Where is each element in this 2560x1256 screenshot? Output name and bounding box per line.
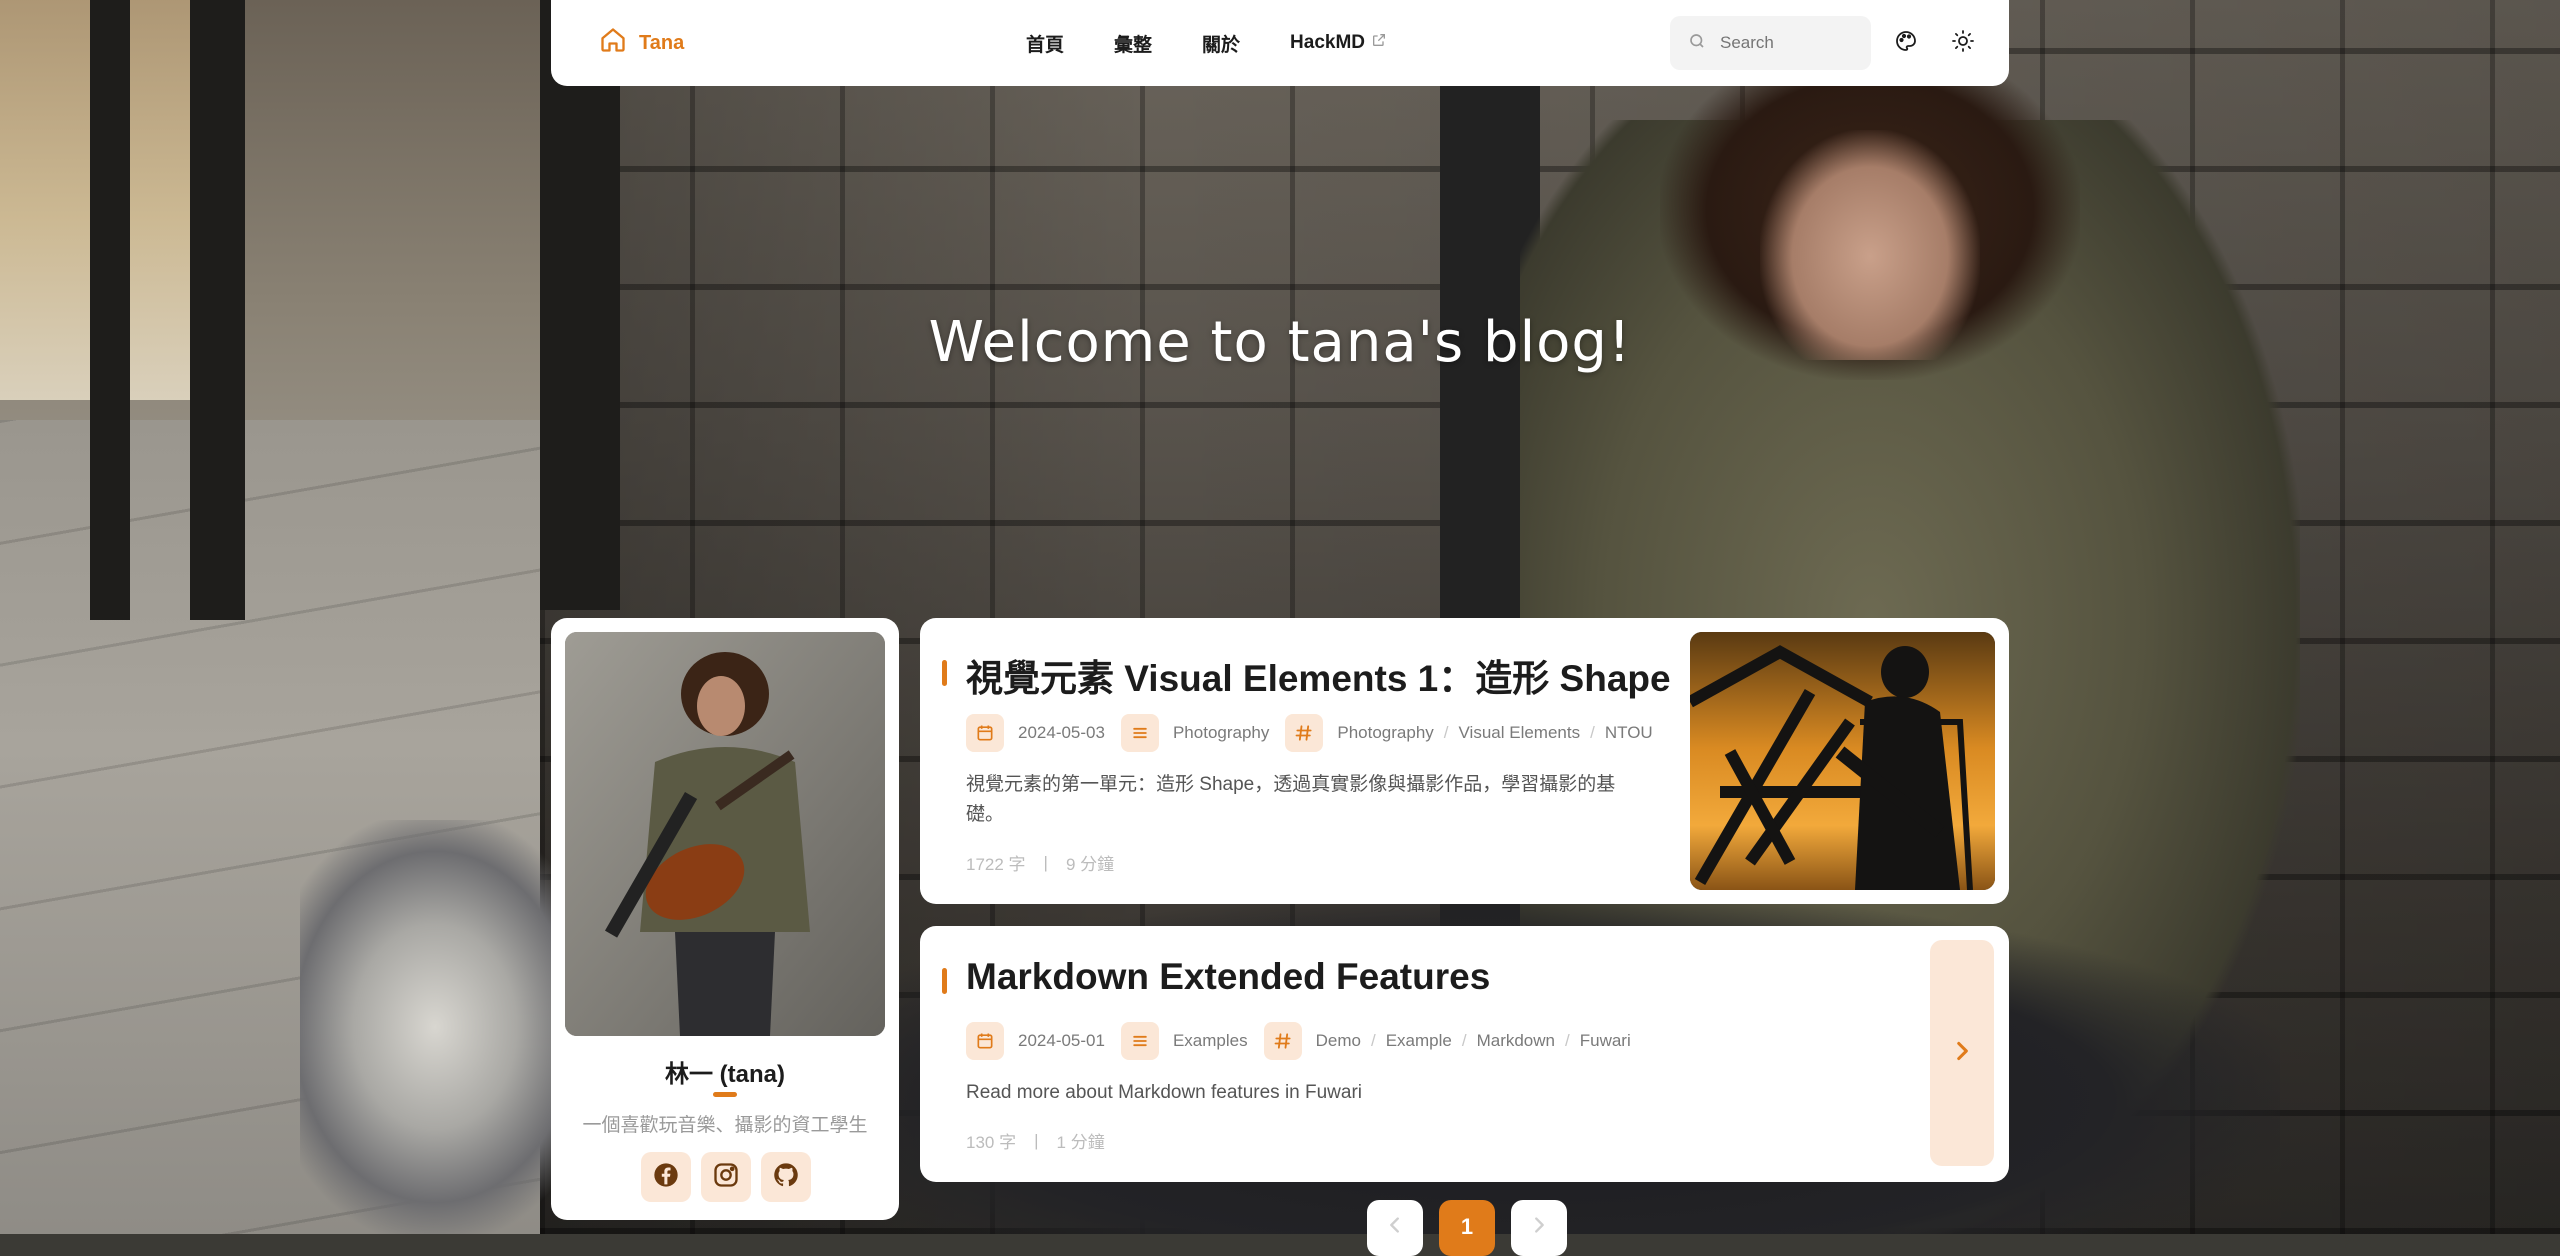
post-description: Read more about Markdown features in Fuw… [966, 1082, 1363, 1103]
search-icon [1688, 32, 1706, 55]
tag-link[interactable]: Demo [1316, 1031, 1361, 1051]
instagram-icon [712, 1161, 740, 1194]
chevron-right-icon [1528, 1214, 1550, 1242]
post-description: 視覺元素的第一單元：造形 Shape，透過真實影像與攝影作品，學習攝影的基礎。 [966, 774, 1616, 825]
external-link-icon [1371, 32, 1387, 54]
home-icon [599, 26, 627, 60]
brand-name: Tana [639, 31, 685, 54]
prev-page-button[interactable] [1367, 1200, 1423, 1256]
calendar-icon [966, 1022, 1004, 1060]
post-stats: 130 字 | 1 分鐘 [966, 1128, 1105, 1153]
post-meta: 2024-05-03 Photography Photography / Vis… [966, 714, 1669, 752]
hashtag-icon [1285, 714, 1324, 752]
nav-hackmd[interactable]: HackMD [1265, 22, 1412, 64]
post-cover-image[interactable] [1690, 632, 1995, 890]
chevron-left-icon [1384, 1214, 1406, 1242]
post-category-link[interactable]: Photography [1173, 723, 1269, 743]
post-date-text: 2024-05-01 [1018, 1031, 1105, 1050]
light-mode-button[interactable] [1943, 23, 1983, 63]
pipe [540, 0, 620, 610]
tag-separator: / [1590, 723, 1595, 742]
calendar-icon [966, 714, 1004, 752]
post-category-link[interactable]: Examples [1173, 1031, 1248, 1051]
sun-icon [1951, 29, 1975, 58]
list-icon [1120, 1022, 1159, 1060]
hashtag-icon [1263, 1022, 1302, 1060]
facebook-icon [652, 1161, 680, 1194]
post-category: Photography [1120, 714, 1269, 752]
nav-links: 首頁 彙整 關於 HackMD [1001, 0, 1412, 86]
tag-link[interactable]: Example [1386, 1031, 1452, 1051]
profile-name: 林一 (tana) [665, 1061, 785, 1088]
post-category: Examples [1120, 1022, 1248, 1060]
search-input[interactable] [1718, 32, 1862, 54]
nav-home[interactable]: 首頁 [1001, 20, 1089, 67]
brand-link[interactable]: Tana [599, 0, 684, 86]
reading-time: 1 分鐘 [1056, 1133, 1105, 1152]
github-button[interactable] [761, 1152, 811, 1202]
reading-time: 9 分鐘 [1065, 855, 1115, 874]
avatar[interactable] [565, 632, 885, 1036]
search-box[interactable] [1670, 16, 1871, 70]
chevron-right-icon [1949, 1038, 1975, 1069]
list-icon [1120, 714, 1159, 752]
hero-title: Welcome to tana's blog! [928, 310, 1632, 375]
post-tags: Photography / Visual Elements / NTOU [1285, 714, 1653, 752]
post-tags: Demo / Example / Markdown / Fuwari [1263, 1022, 1631, 1060]
post-title[interactable]: 視覺元素 Visual Elements 1：造形 Shape [966, 648, 1671, 702]
profile-card: 林一 (tana) 一個喜歡玩音樂、攝影的資工學生 [551, 618, 899, 1220]
tag-link[interactable]: Markdown [1477, 1031, 1555, 1051]
tag-link[interactable]: Fuwari [1580, 1031, 1631, 1051]
title-accent-bar [942, 660, 947, 686]
stats-divider: | [1034, 1130, 1039, 1150]
pagination: 1 [1367, 1200, 1567, 1256]
stats-divider: | [1043, 852, 1048, 872]
post-date: 2024-05-01 [966, 1022, 1105, 1060]
post-title[interactable]: Markdown Extended Features [966, 956, 1490, 998]
tag-separator: / [1565, 1031, 1570, 1050]
top-navbar: Tana 首頁 彙整 關於 HackMD [551, 0, 2009, 86]
instagram-button[interactable] [701, 1152, 751, 1202]
post-card[interactable]: Markdown Extended Features 2024-05-01 Ex… [920, 926, 2009, 1182]
next-page-button[interactable] [1511, 1200, 1567, 1256]
nav-archive[interactable]: 彙整 [1089, 20, 1177, 67]
nav-hackmd-label: HackMD [1290, 32, 1366, 53]
post-date-text: 2024-05-03 [1018, 723, 1105, 742]
github-icon [772, 1161, 800, 1194]
word-count: 130 字 [966, 1133, 1017, 1152]
tag-separator: / [1443, 723, 1449, 742]
post-date: 2024-05-03 [966, 714, 1105, 752]
page-number-current[interactable]: 1 [1439, 1200, 1495, 1256]
tag-separator: / [1461, 1031, 1467, 1050]
facebook-button[interactable] [641, 1152, 691, 1202]
palette-icon [1894, 29, 1918, 58]
title-accent-bar [942, 968, 947, 994]
social-links [641, 1152, 811, 1202]
post-meta: 2024-05-01 Examples Demo / Example / Mar… [966, 1022, 1647, 1060]
name-underline [713, 1092, 737, 1097]
theme-color-button[interactable] [1886, 23, 1926, 63]
post-stats: 1722 字 | 9 分鐘 [966, 850, 1114, 875]
nav-about[interactable]: 關於 [1177, 20, 1265, 67]
word-count: 1722 字 [966, 855, 1026, 874]
post-card[interactable]: 視覺元素 Visual Elements 1：造形 Shape 2024-05-… [920, 618, 2009, 904]
profile-bio: 一個喜歡玩音樂、攝影的資工學生 [582, 1115, 868, 1136]
read-more-button[interactable] [1930, 940, 1994, 1166]
tag-link[interactable]: Visual Elements [1459, 723, 1581, 743]
tag-link[interactable]: NTOU [1605, 723, 1653, 743]
tag-link[interactable]: Photography [1337, 723, 1433, 743]
tag-separator: / [1370, 1031, 1376, 1050]
